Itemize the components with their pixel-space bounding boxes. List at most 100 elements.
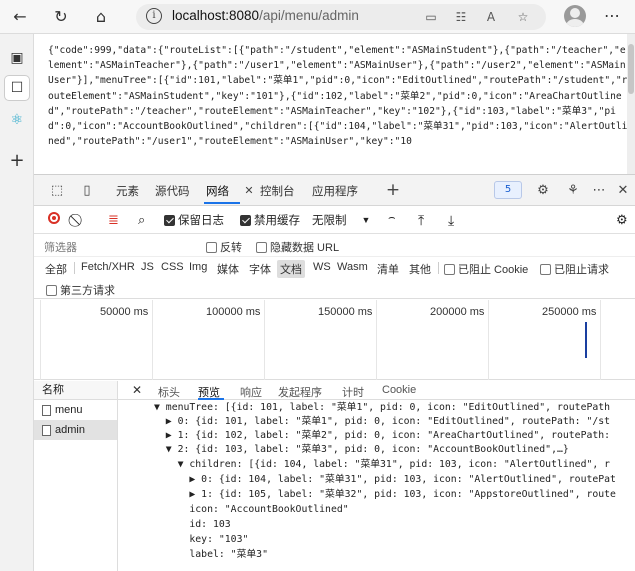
tab-headers[interactable]: 标头 [158, 384, 180, 400]
type-manifest[interactable]: 清单 [374, 260, 402, 278]
export-har-icon[interactable]: ⤓ [448, 212, 454, 229]
close-tab-icon[interactable]: ✕ [240, 181, 258, 199]
blocked-requests-check-icon[interactable] [540, 263, 551, 275]
invert-check-icon[interactable] [206, 241, 217, 253]
tab-initiator[interactable]: 发起程序 [278, 384, 322, 400]
request-name: admin [55, 424, 85, 436]
more-devtools-icon[interactable]: ⋯ [590, 181, 608, 199]
page-scrollbar[interactable] [627, 34, 635, 174]
active-tab-indicator [204, 202, 240, 204]
third-party-check-icon[interactable] [46, 284, 57, 296]
more-options-icon[interactable]: ⋯ [604, 6, 621, 25]
tab-react-icon[interactable]: ⚛ [5, 108, 29, 132]
divider [438, 262, 439, 274]
scroll-thumb[interactable] [628, 44, 634, 94]
url-text[interactable]: localhost:8080/api/menu/admin [172, 8, 359, 23]
tab-application[interactable]: 应用程序 [312, 183, 358, 199]
timeline-tick-label: 100000 ms [206, 306, 261, 318]
blocked-requests-label: 已阻止请求 [554, 264, 609, 276]
tab-page-icon[interactable]: ☐ [5, 76, 29, 100]
search-icon[interactable]: ⌕ [138, 212, 145, 228]
qr-code-icon[interactable]: ☷ [452, 8, 470, 26]
request-row-menu[interactable]: menu [34, 400, 117, 420]
type-img[interactable]: Img [186, 260, 210, 274]
invert-checkbox[interactable]: 反转 [206, 239, 242, 255]
filter-row: 筛选器 反转 隐藏数据 URL [34, 235, 635, 257]
type-fetch-xhr[interactable]: Fetch/XHR [78, 260, 138, 274]
third-party-checkbox[interactable]: 第三方请求 [46, 282, 115, 298]
close-devtools-icon[interactable]: ✕ [614, 181, 632, 199]
profile-avatar[interactable] [564, 5, 586, 27]
settings-gear-icon[interactable]: ⚙ [534, 181, 552, 199]
inspect-element-icon[interactable]: ⬚ [48, 181, 66, 199]
url-host: localhost:8080 [172, 8, 260, 23]
json-response-view: {"code":999,"data":{"routeList":[{"path"… [34, 34, 635, 174]
type-css[interactable]: CSS [158, 260, 187, 274]
close-detail-icon[interactable]: ✕ [132, 383, 142, 397]
reload-icon[interactable]: ↻ [50, 5, 72, 27]
timeline-gridline [264, 300, 265, 380]
type-doc[interactable]: 文档 [277, 260, 305, 278]
add-tab-plus-icon[interactable]: + [384, 180, 402, 200]
type-media[interactable]: 媒体 [214, 260, 242, 278]
tab-response[interactable]: 响应 [240, 384, 262, 400]
type-all[interactable]: 全部 [42, 260, 70, 278]
favorite-star-icon[interactable]: ☆ [514, 8, 532, 26]
home-icon[interactable]: ⌂ [90, 5, 112, 27]
filter-input[interactable]: 筛选器 [44, 239, 77, 255]
new-tab-plus-icon[interactable]: + [5, 148, 29, 172]
blocked-cookies-check-icon[interactable] [444, 263, 455, 275]
third-party-row: 第三方请求 [34, 279, 635, 299]
tab-network[interactable]: 网络 [206, 183, 229, 199]
app-available-icon[interactable]: ▭ [422, 8, 440, 26]
read-aloud-icon[interactable]: A [482, 8, 500, 26]
request-row-admin[interactable]: admin [34, 420, 117, 440]
preserve-log-checkbox[interactable]: 保留日志 [164, 212, 224, 228]
address-bar[interactable]: i localhost:8080/api/menu/admin ▭ ☷ A ☆ [136, 4, 546, 30]
issues-count: 5 [504, 184, 512, 195]
timeline-tick-label: 250000 ms [542, 306, 597, 318]
tab-timing[interactable]: 计时 [342, 384, 364, 400]
hide-data-urls-check-icon[interactable] [256, 241, 267, 253]
back-arrow-icon[interactable]: ← [9, 5, 31, 27]
type-ws[interactable]: WS [310, 260, 334, 274]
blocked-cookies-checkbox[interactable]: 已阻止 Cookie [444, 261, 528, 277]
tab-sources[interactable]: 源代码 [155, 183, 190, 199]
type-font[interactable]: 字体 [246, 260, 274, 278]
import-har-icon[interactable]: ⤒ [418, 212, 424, 229]
disable-cache-check-icon[interactable] [240, 214, 251, 226]
tree-line-item-1[interactable]: ▶ 1: {id: 102, label: "菜单2", pid: 0, ico… [154, 429, 610, 442]
blocked-requests-checkbox[interactable]: 已阻止请求 [540, 261, 609, 277]
timeline-tick-label: 200000 ms [430, 306, 485, 318]
issues-badge[interactable]: 5 [494, 181, 522, 199]
type-js[interactable]: JS [138, 260, 157, 274]
wifi-conditions-icon[interactable]: ⌢ [388, 212, 396, 225]
tree-line-item-0[interactable]: ▶ 0: {id: 101, label: "菜单1", pid: 0, ico… [154, 415, 610, 428]
tree-line-children[interactable]: ▼ children: [{id: 104, label: "菜单31", pi… [154, 458, 610, 471]
disable-cache-checkbox[interactable]: 禁用缓存 [240, 212, 300, 228]
site-info-icon[interactable]: i [146, 8, 162, 24]
name-column-header[interactable]: 名称 [34, 381, 117, 400]
record-icon[interactable] [48, 212, 60, 224]
disable-cache-label: 禁用缓存 [254, 215, 300, 227]
type-wasm[interactable]: Wasm [334, 260, 371, 274]
active-detail-tab-indicator [198, 398, 224, 400]
hide-data-urls-checkbox[interactable]: 隐藏数据 URL [256, 239, 339, 255]
connect-icon[interactable]: ⚘ [564, 181, 582, 199]
tab-console[interactable]: 控制台 [260, 183, 295, 199]
tree-line-child-0[interactable]: ▶ 0: {id: 104, label: "菜单31", pid: 103, … [154, 473, 616, 486]
tab-actions-icon[interactable]: ▣ [5, 46, 29, 70]
device-toolbar-icon[interactable]: ▯ [78, 181, 96, 199]
preserve-log-check-icon[interactable] [164, 214, 175, 226]
throttle-select[interactable]: 无限制 ▼ [312, 212, 370, 228]
filter-icon[interactable]: ≣ [108, 212, 119, 228]
network-settings-icon[interactable]: ⚙ [616, 212, 628, 228]
tree-line-menutree[interactable]: ▼ menuTree: [{id: 101, label: "菜单1", pid… [154, 401, 610, 414]
tab-cookies[interactable]: Cookie [382, 384, 416, 396]
timeline-request-bar [585, 322, 587, 358]
tab-elements[interactable]: 元素 [116, 183, 139, 199]
network-timeline[interactable]: 50000 ms 100000 ms 150000 ms 200000 ms 2… [34, 300, 635, 380]
tree-line-item-2[interactable]: ▼ 2: {id: 103, label: "菜单3", pid: 0, ico… [154, 443, 569, 456]
type-other[interactable]: 其他 [406, 260, 434, 278]
tree-line-child-1[interactable]: ▶ 1: {id: 105, label: "菜单32", pid: 103, … [154, 488, 616, 501]
